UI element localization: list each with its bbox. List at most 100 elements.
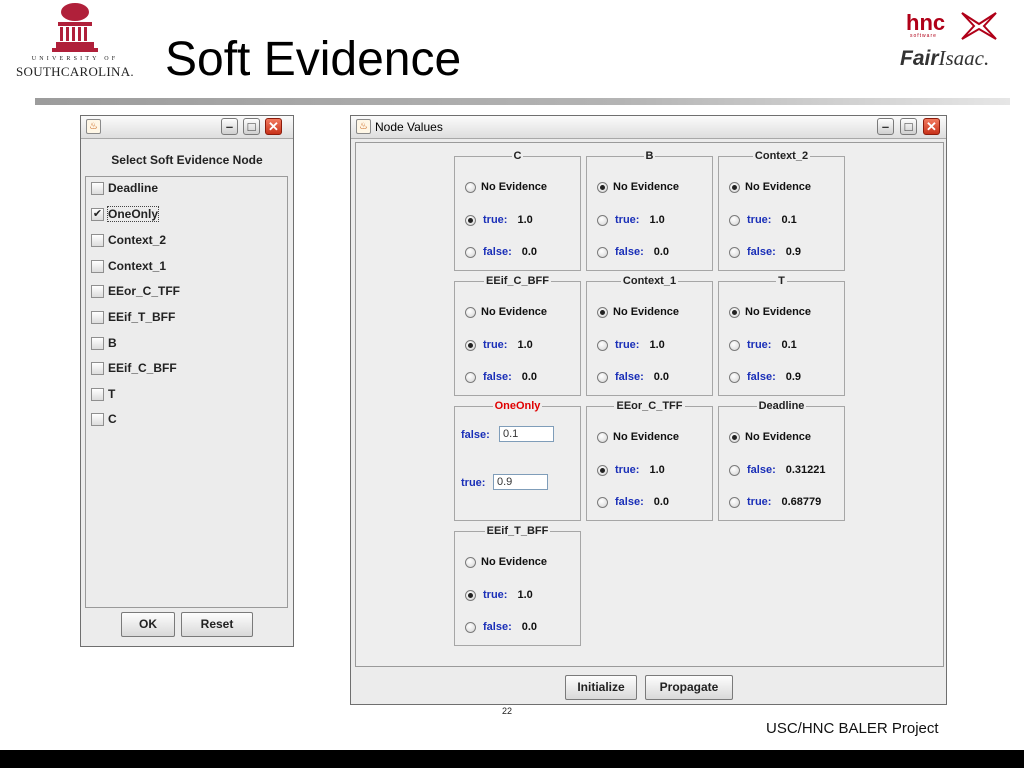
- checkbox-box[interactable]: [91, 412, 104, 426]
- checkbox-c[interactable]: C: [91, 410, 117, 428]
- radio-state-1[interactable]: true: 0.1: [729, 338, 797, 352]
- java-icon: ♨: [86, 119, 101, 134]
- radio-button[interactable]: [465, 556, 476, 568]
- radio-state-2[interactable]: false: 0.9: [729, 370, 801, 384]
- radio-button[interactable]: [597, 431, 608, 443]
- close-button[interactable]: ✕: [923, 118, 940, 135]
- initialize-button[interactable]: Initialize: [565, 675, 637, 700]
- radio-button[interactable]: [597, 306, 608, 318]
- checkbox-eeif-t-bff[interactable]: EEif_T_BFF: [91, 308, 175, 326]
- checkbox-box[interactable]: [91, 387, 104, 401]
- radio-button[interactable]: [597, 371, 608, 383]
- radio-state-2[interactable]: false: 0.0: [597, 495, 669, 509]
- radio-no-evidence[interactable]: No Evidence: [729, 305, 811, 319]
- radio-state-1[interactable]: true: 0.1: [729, 213, 797, 227]
- radio-label: No Evidence: [745, 181, 812, 193]
- radio-button[interactable]: [597, 496, 608, 508]
- radio-state-2[interactable]: false: 0.0: [465, 245, 537, 259]
- radio-button[interactable]: [465, 339, 476, 351]
- radio-button[interactable]: [729, 306, 740, 318]
- checkbox-oneonly[interactable]: ✔ OneOnly: [91, 205, 160, 223]
- radio-button[interactable]: [465, 371, 476, 383]
- radio-button[interactable]: [465, 181, 476, 193]
- radio-no-evidence[interactable]: No Evidence: [465, 305, 547, 319]
- hnc-fairisaac-logo: hnc software FairIsaac.: [900, 6, 1004, 74]
- radio-state-1[interactable]: false: 0.31221: [729, 463, 826, 477]
- minimize-button[interactable]: –: [221, 118, 238, 135]
- checkbox-t[interactable]: T: [91, 385, 115, 403]
- radio-button[interactable]: [465, 246, 476, 258]
- checkbox-deadline[interactable]: Deadline: [91, 179, 158, 197]
- checkbox-eeor-c-tff[interactable]: EEor_C_TFF: [91, 282, 180, 300]
- radio-button[interactable]: [729, 181, 740, 193]
- radio-no-evidence[interactable]: No Evidence: [729, 180, 811, 194]
- radio-button[interactable]: [597, 214, 608, 226]
- propagate-button[interactable]: Propagate: [645, 675, 733, 700]
- radio-button[interactable]: [729, 464, 740, 476]
- checkbox-box[interactable]: [91, 336, 104, 350]
- checkbox-box[interactable]: [91, 361, 104, 375]
- node-group-eeor-c-tff: EEor_C_TFF No Evidence true: 1.0 false: 0.…: [586, 400, 713, 521]
- radio-no-evidence[interactable]: No Evidence: [729, 430, 811, 444]
- radio-state-1[interactable]: true: 1.0: [465, 213, 533, 227]
- radio-button[interactable]: [465, 589, 476, 601]
- checkbox-box[interactable]: [91, 259, 104, 273]
- radio-button[interactable]: [597, 464, 608, 476]
- soft-false-input[interactable]: 0.1: [499, 426, 554, 442]
- checkbox-context-1[interactable]: Context_1: [91, 257, 166, 275]
- close-button[interactable]: ✕: [265, 118, 282, 135]
- radio-button[interactable]: [465, 306, 476, 318]
- state-value: 0.9: [785, 371, 802, 383]
- radio-button[interactable]: [465, 214, 476, 226]
- soft-true-input[interactable]: 0.9: [493, 474, 548, 490]
- reset-button[interactable]: Reset: [181, 612, 253, 637]
- checkbox-context-2[interactable]: Context_2: [91, 231, 166, 249]
- state-label: false:: [747, 464, 776, 476]
- radio-button[interactable]: [729, 246, 740, 258]
- title-bar[interactable]: ♨ – □ ✕: [81, 116, 293, 139]
- radio-button[interactable]: [597, 339, 608, 351]
- checkmark-icon[interactable]: ✔: [91, 207, 104, 221]
- checkbox-box[interactable]: [91, 310, 104, 324]
- radio-no-evidence[interactable]: No Evidence: [465, 180, 547, 194]
- radio-button[interactable]: [597, 181, 608, 193]
- radio-state-2[interactable]: false: 0.0: [597, 370, 669, 384]
- radio-button[interactable]: [729, 431, 740, 443]
- maximize-button[interactable]: □: [900, 118, 917, 135]
- radio-state-1[interactable]: true: 1.0: [465, 588, 533, 602]
- node-values-window: ♨ Node Values – □ ✕ C No Evidence true: 1…: [350, 115, 947, 705]
- radio-button[interactable]: [729, 214, 740, 226]
- minimize-button[interactable]: –: [877, 118, 894, 135]
- radio-button[interactable]: [465, 621, 476, 633]
- node-group-title: EEif_C_BFF: [455, 275, 580, 287]
- node-group-eeif-c-bff: EEif_C_BFF No Evidence true: 1.0 false: 0.…: [454, 275, 581, 396]
- radio-state-2[interactable]: false: 0.0: [465, 620, 537, 634]
- radio-state-1[interactable]: true: 1.0: [597, 213, 665, 227]
- radio-state-2[interactable]: false: 0.0: [597, 245, 669, 259]
- radio-no-evidence[interactable]: No Evidence: [597, 305, 679, 319]
- radio-state-1[interactable]: true: 1.0: [597, 338, 665, 352]
- checkbox-eeif-c-bff[interactable]: EEif_C_BFF: [91, 359, 177, 377]
- radio-no-evidence[interactable]: No Evidence: [465, 555, 547, 569]
- radio-state-1[interactable]: true: 1.0: [597, 463, 665, 477]
- radio-button[interactable]: [597, 246, 608, 258]
- radio-no-evidence[interactable]: No Evidence: [597, 180, 679, 194]
- checkbox-b[interactable]: B: [91, 334, 117, 352]
- title-bar[interactable]: ♨ Node Values – □ ✕: [351, 116, 946, 139]
- maximize-button[interactable]: □: [243, 118, 260, 135]
- ok-button[interactable]: OK: [121, 612, 175, 637]
- state-value: 1.0: [649, 339, 665, 351]
- radio-button[interactable]: [729, 371, 740, 383]
- checkbox-box[interactable]: [91, 181, 104, 195]
- radio-button[interactable]: [729, 496, 740, 508]
- radio-state-2[interactable]: false: 0.9: [729, 245, 801, 259]
- checkbox-box[interactable]: [91, 284, 104, 298]
- radio-state-2[interactable]: true: 0.68779: [729, 495, 821, 509]
- state-label: true:: [747, 339, 772, 351]
- checkbox-box[interactable]: [91, 233, 104, 247]
- radio-state-1[interactable]: true: 1.0: [465, 338, 533, 352]
- radio-no-evidence[interactable]: No Evidence: [597, 430, 679, 444]
- radio-state-2[interactable]: false: 0.0: [465, 370, 537, 384]
- isaac-text: Isaac.: [938, 46, 990, 70]
- radio-button[interactable]: [729, 339, 740, 351]
